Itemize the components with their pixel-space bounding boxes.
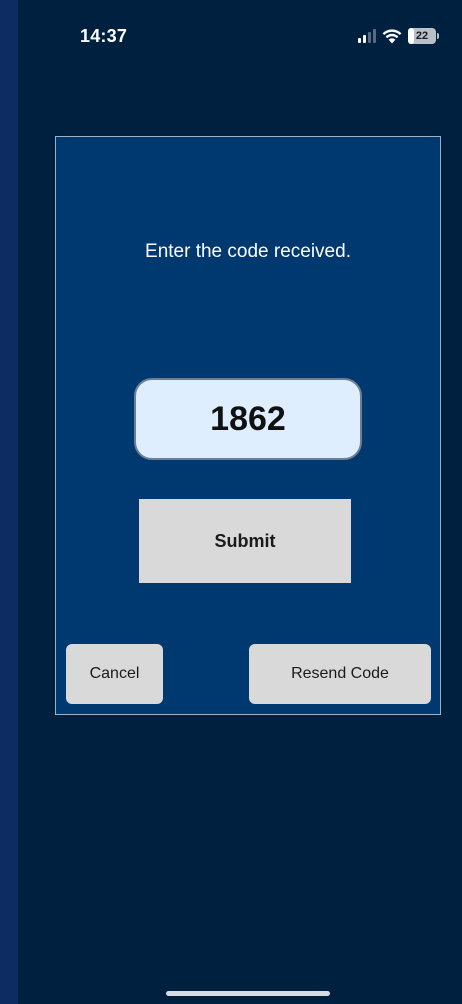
battery-percent: 22: [415, 30, 429, 42]
battery-icon: 22: [408, 28, 439, 44]
signal-icon: [358, 29, 376, 43]
cancel-button[interactable]: Cancel: [66, 644, 163, 704]
battery-level: [408, 28, 415, 44]
wifi-icon: [382, 28, 402, 43]
battery-cap: [437, 33, 439, 39]
status-time: 14:37: [80, 26, 128, 46]
submit-button[interactable]: Submit: [139, 499, 351, 583]
resend-code-button[interactable]: Resend Code: [249, 644, 431, 704]
code-prompt: Enter the code received.: [145, 241, 351, 262]
code-input[interactable]: [134, 378, 362, 460]
home-indicator[interactable]: [166, 991, 330, 996]
code-entry-dialog: Enter the code received. Submit Cancel R…: [55, 136, 441, 715]
screen-background: 14:37 22 Enter the code received. 1862 S…: [0, 0, 462, 1004]
status-icons: 22: [358, 26, 439, 46]
app-screen: 14:37 22 Enter the code received. 1862 S…: [18, 0, 462, 1004]
status-bar: 14:37 22: [18, 0, 462, 74]
